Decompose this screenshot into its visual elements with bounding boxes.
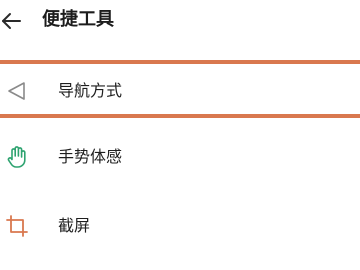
- navigation-triangle-icon: [4, 78, 30, 104]
- header-bar: 便捷工具: [0, 0, 360, 44]
- back-button[interactable]: [0, 8, 26, 34]
- menu-item-navigation-mode[interactable]: 导航方式: [0, 64, 360, 118]
- menu-item-gesture[interactable]: 手势体感: [0, 130, 360, 184]
- crop-icon: [4, 213, 30, 239]
- menu-item-screenshot[interactable]: 截屏: [0, 199, 360, 253]
- highlight-border-bottom: [0, 114, 360, 118]
- quick-tools-screen: 便捷工具 导航方式 手势体感 截屏: [0, 0, 360, 270]
- page-title: 便捷工具: [42, 9, 114, 30]
- arrow-left-icon: [2, 13, 21, 29]
- menu-item-label: 导航方式: [58, 81, 123, 100]
- hand-gesture-icon: [4, 144, 30, 170]
- menu-item-label: 截屏: [58, 216, 91, 235]
- menu-item-label: 手势体感: [58, 147, 123, 166]
